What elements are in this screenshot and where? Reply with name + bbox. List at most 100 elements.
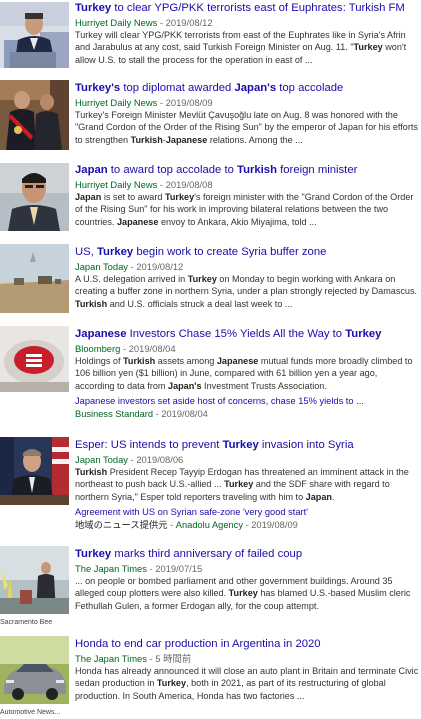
article-text: Turkey's top diplomat awarded Japan's to… bbox=[75, 81, 419, 146]
text-fragment: alleged coup plotters were also killed. bbox=[75, 588, 229, 599]
text-fragment: won't bbox=[382, 42, 407, 53]
highlighted-keyword: Japan bbox=[305, 491, 332, 502]
text-fragment: of the Rising Sun" for his work in impro… bbox=[75, 204, 389, 215]
source-name[interactable]: Japan Today bbox=[75, 454, 128, 465]
highlighted-keyword: Turkey bbox=[228, 588, 258, 599]
article-title[interactable]: US, Turkey begin work to create Syria bu… bbox=[75, 245, 419, 259]
highlighted-keyword: Turkey bbox=[75, 2, 112, 14]
highlighted-keyword: Japanese bbox=[75, 328, 127, 340]
text-fragment: is set to award bbox=[101, 192, 165, 202]
snippet-line: to strengthen Turkish-Japanese relations… bbox=[75, 134, 419, 146]
article-snippet: Honda has already announced it will clos… bbox=[75, 665, 419, 702]
highlighted-keyword: Turkey bbox=[353, 42, 383, 53]
text-fragment: allow U.S. to stall the process for the … bbox=[75, 54, 313, 65]
text-fragment: northern Syria," Esper told reporters tr… bbox=[75, 491, 306, 502]
thumbnail-image[interactable] bbox=[0, 244, 69, 313]
article-meta: Hurriyet Daily News - 2019/08/09 bbox=[75, 96, 419, 109]
text-fragment: top accolade bbox=[276, 82, 344, 94]
article-meta: Hurriyet Daily News - 2019/08/12 bbox=[75, 16, 419, 29]
source-name[interactable]: Hurriyet Daily News bbox=[75, 179, 157, 190]
news-item: Turkey's top diplomat awarded Japan's to… bbox=[0, 80, 421, 152]
text-fragment: Turkey's Foreign Minister Mevlüt Çavuşoğ… bbox=[75, 110, 398, 120]
article-snippet: A U.S. delegation arrived in Turkey on M… bbox=[75, 273, 419, 310]
related-article-link[interactable]: Agreement with US on Syrian safe-zone 'v… bbox=[75, 505, 419, 519]
text-fragment: Esper: US intends to prevent bbox=[75, 439, 223, 451]
text-fragment: on Monday to begin working with Ankara o… bbox=[216, 274, 396, 284]
related-article-link[interactable]: Japanese investors set aside host of con… bbox=[75, 394, 419, 408]
snippet-line: ... on people or bombed parliament and o… bbox=[75, 575, 419, 587]
text-fragment: President Recep Tayyip Erdogan has threa… bbox=[107, 467, 409, 477]
text-fragment: and the SDF share with regard to bbox=[253, 479, 390, 490]
highlighted-keyword: Turkey bbox=[222, 439, 259, 451]
snippet-line: countries. Japanese envoy to Ankara, Aki… bbox=[75, 216, 419, 228]
highlighted-keyword: Japanese bbox=[216, 356, 259, 366]
highlighted-keyword: Turkey bbox=[187, 274, 217, 284]
related-source[interactable]: Anadolu Agency bbox=[176, 520, 243, 530]
article-date: 2019/08/09 bbox=[165, 97, 213, 108]
source-name[interactable]: The Japan Times bbox=[75, 653, 147, 664]
article-title[interactable]: Honda to end car production in Argentina… bbox=[75, 637, 419, 651]
news-item: Sacramento Bee Turkey marks third annive… bbox=[0, 546, 421, 630]
news-item: Japan to award top accolade to Turkish f… bbox=[0, 163, 421, 235]
article-date: 2019/08/06 bbox=[136, 454, 184, 465]
highlighted-keyword: Turkish bbox=[123, 356, 156, 366]
meta-separator: - bbox=[167, 520, 176, 531]
article-title[interactable]: Esper: US intends to prevent Turkey inva… bbox=[75, 438, 419, 452]
article-date: 2019/08/08 bbox=[165, 179, 213, 190]
snippet-line: "Grand Cordon of the Order of the Rising… bbox=[75, 121, 419, 133]
highlighted-keyword: Turkey bbox=[75, 548, 112, 560]
thumbnail-image[interactable] bbox=[0, 636, 69, 704]
snippet-line: Turkey's Foreign Minister Mevlüt Çavuşoğ… bbox=[75, 109, 419, 121]
text-fragment: top diplomat awarded bbox=[120, 82, 235, 94]
related-article-meta: 地域のニュース提供元 - Anadolu Agency - 2019/08/09 bbox=[75, 519, 419, 532]
source-name[interactable]: Hurriyet Daily News bbox=[75, 97, 157, 108]
highlighted-keyword: Turkey bbox=[345, 328, 382, 340]
article-date: 2019/08/04 bbox=[128, 343, 176, 354]
snippet-line: Japan is set to award Turkey's foreign m… bbox=[75, 191, 419, 203]
article-title[interactable]: Japan to award top accolade to Turkish f… bbox=[75, 163, 419, 177]
related-source[interactable]: Business Standard bbox=[75, 409, 153, 419]
snippet-line: creating a buffer zone in northern Syria… bbox=[75, 285, 419, 297]
thumbnail-image[interactable] bbox=[0, 437, 69, 505]
article-title[interactable]: Japanese Investors Chase 15% Yields All … bbox=[75, 327, 419, 341]
highlighted-keyword: Turkey bbox=[224, 479, 254, 490]
highlighted-keyword: Japan's bbox=[168, 380, 202, 391]
related-date: 2019/08/09 bbox=[251, 520, 298, 531]
text-fragment: invasion into Syria bbox=[258, 439, 354, 451]
thumbnail-image[interactable] bbox=[0, 326, 69, 392]
highlighted-keyword: Turkish bbox=[75, 298, 108, 309]
source-name[interactable]: The Japan Times bbox=[75, 563, 147, 574]
article-title[interactable]: Turkey to clear YPG/PKK terrorists east … bbox=[75, 1, 419, 15]
article-meta: The Japan Times - 5 時間前 bbox=[75, 652, 419, 665]
thumbnail-image[interactable] bbox=[0, 546, 69, 614]
source-name[interactable]: Japan Today bbox=[75, 261, 128, 272]
meta-separator: - bbox=[242, 520, 252, 531]
article-snippet: Turkish President Recep Tayyip Erdogan h… bbox=[75, 466, 419, 503]
thumbnail-image[interactable] bbox=[0, 163, 69, 231]
source-name[interactable]: Bloomberg bbox=[75, 343, 120, 354]
snippet-line: Fethullah Gulen, a former Erdogan ally, … bbox=[75, 600, 419, 612]
meta-separator: - bbox=[157, 179, 166, 190]
text-fragment: countries. bbox=[75, 216, 117, 227]
article-text: Turkey marks third anniversary of failed… bbox=[75, 547, 419, 612]
text-fragment: US, bbox=[75, 246, 97, 258]
news-item: US, Turkey begin work to create Syria bu… bbox=[0, 244, 421, 316]
article-snippet: ... on people or bombed parliament and o… bbox=[75, 575, 419, 612]
article-text: Japanese Investors Chase 15% Yields All … bbox=[75, 327, 419, 421]
thumbnail-image[interactable] bbox=[0, 80, 69, 150]
snippet-line: and Jarabulus at any cost, said Turkish … bbox=[75, 41, 419, 53]
snippet-line: production. In South America, Honda has … bbox=[75, 690, 419, 702]
text-fragment: begin work to create Syria buffer zone bbox=[133, 246, 327, 258]
article-title[interactable]: Turkey's top diplomat awarded Japan's to… bbox=[75, 81, 419, 95]
snippet-line: A U.S. delegation arrived in Turkey on M… bbox=[75, 273, 419, 285]
text-fragment: foreign minister bbox=[277, 164, 358, 176]
related-date: 2019/08/04 bbox=[161, 409, 208, 420]
image-caption: Sacramento Bee bbox=[0, 619, 53, 626]
article-title[interactable]: Turkey marks third anniversary of failed… bbox=[75, 547, 419, 561]
text-fragment: envoy to Ankara, Akio Miyajima, told ... bbox=[158, 216, 317, 227]
text-fragment: and U.S. officials struck a deal last we… bbox=[107, 298, 293, 309]
text-fragment: , both in 2021, as part of its restructu… bbox=[186, 678, 386, 689]
source-name[interactable]: Hurriyet Daily News bbox=[75, 17, 157, 28]
thumbnail-image[interactable] bbox=[0, 2, 69, 68]
article-text: Turkey to clear YPG/PKK terrorists east … bbox=[75, 1, 419, 66]
